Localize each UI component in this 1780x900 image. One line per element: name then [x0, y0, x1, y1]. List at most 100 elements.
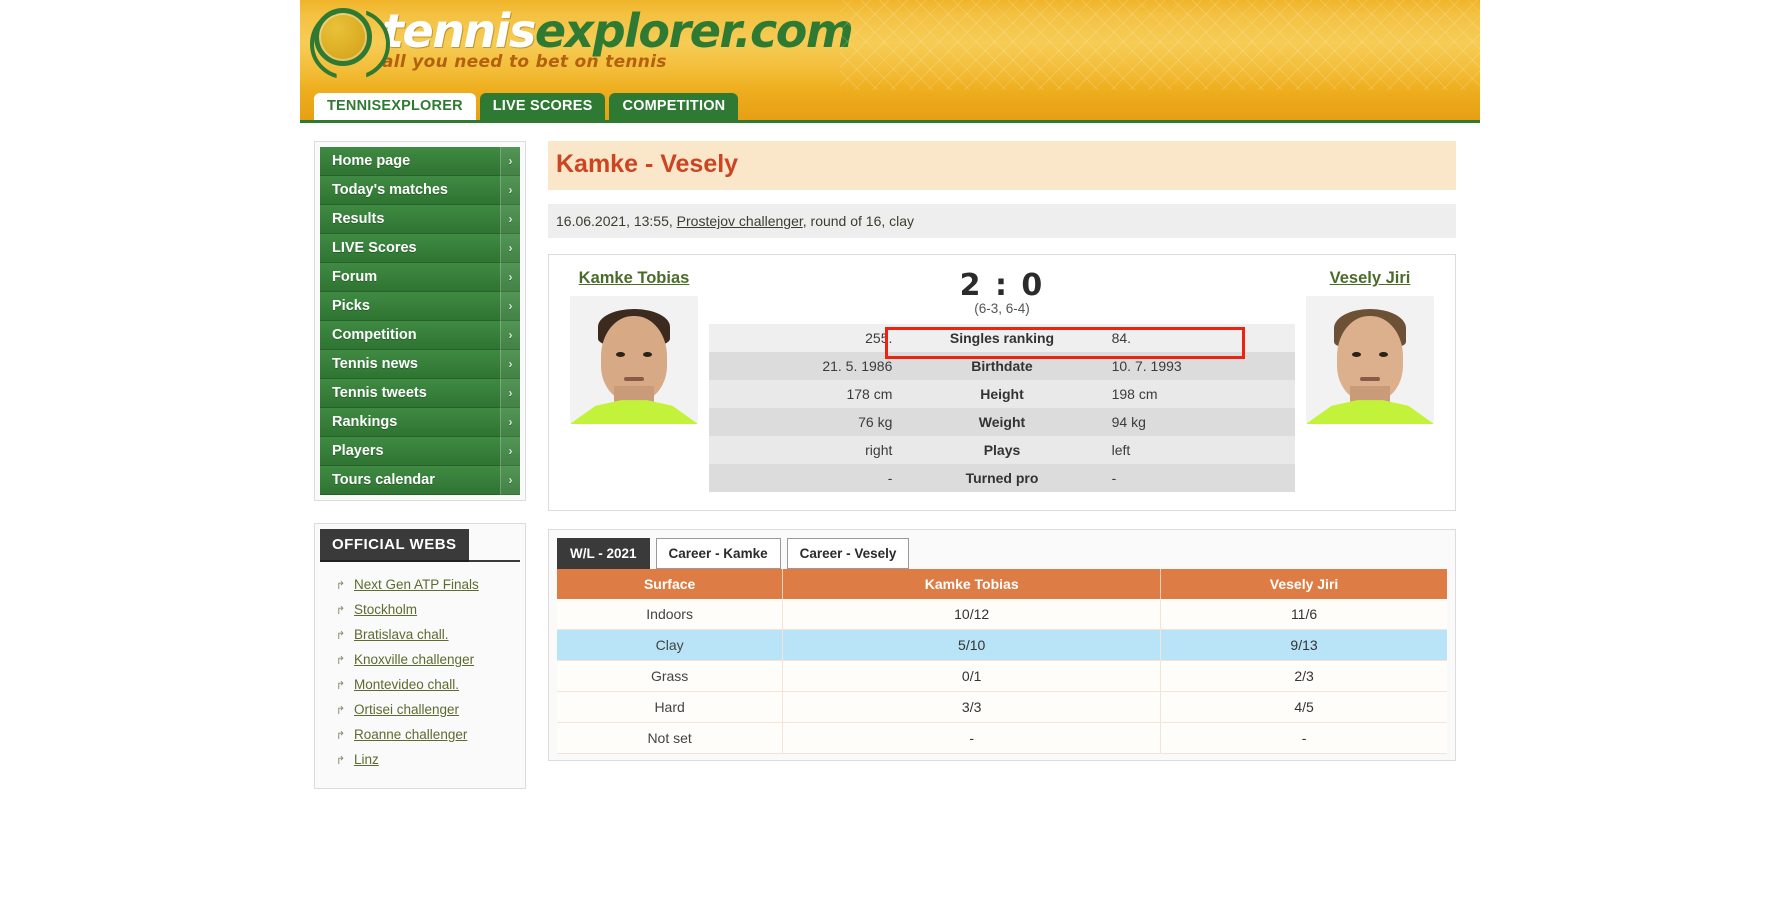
- list-item: ↱ Stockholm: [336, 601, 520, 620]
- player-right-photo: [1306, 296, 1434, 424]
- cell-kamke: -: [782, 722, 1162, 754]
- sidebar-item-label: Results: [332, 211, 385, 227]
- official-web-link-stockholm[interactable]: Stockholm: [354, 602, 417, 617]
- column-header-vesely: Vesely Jiri: [1160, 569, 1447, 599]
- chevron-right-icon: ›: [500, 350, 520, 379]
- sidebar-item-todays-matches[interactable]: Today's matches ›: [320, 176, 520, 205]
- external-link-icon: ↱: [336, 655, 346, 667]
- sidebar-item-tennis-news[interactable]: Tennis news ›: [320, 350, 520, 379]
- stat-value-right: 10. 7. 1993: [1101, 352, 1295, 380]
- match-meta-prefix: 16.06.2021, 13:55,: [556, 213, 677, 229]
- score-panel: Kamke Tobias 2 : 0 (6-3, 6-4) 255. Singl…: [548, 254, 1456, 511]
- page-container: tennisexplorer.com all you need to bet o…: [300, 0, 1480, 900]
- stat-label: Turned pro: [902, 464, 1102, 492]
- external-link-icon: ↱: [336, 755, 346, 767]
- win-loss-panel: W/L - 2021 Career - Kamke Career - Vesel…: [548, 529, 1456, 761]
- table-row: 178 cm Height 198 cm: [709, 380, 1295, 408]
- table-row: Not set - -: [557, 722, 1447, 754]
- shirt-shape: [1306, 400, 1434, 424]
- stat-value-right: left: [1101, 436, 1295, 464]
- content-columns: Home page › Today's matches › Results › LIV…: [300, 123, 1480, 789]
- external-link-icon: ↱: [336, 630, 346, 642]
- list-item: ↱ Roanne challenger: [336, 726, 520, 745]
- stat-label: Birthdate: [902, 352, 1102, 380]
- table-row: Clay 5/10 9/13: [557, 629, 1447, 661]
- cell-surface: Grass: [557, 660, 784, 692]
- table-row: 21. 5. 1986 Birthdate 10. 7. 1993: [709, 352, 1295, 380]
- win-loss-tabs: W/L - 2021 Career - Kamke Career - Vesel…: [557, 538, 1447, 569]
- stat-label: Plays: [902, 436, 1102, 464]
- sidebar-item-results[interactable]: Results ›: [320, 205, 520, 234]
- sidebar-menu-box: Home page › Today's matches › Results › LIV…: [314, 141, 526, 501]
- external-link-icon: ↱: [336, 580, 346, 592]
- cell-vesely: -: [1160, 722, 1447, 754]
- stat-value-left: 21. 5. 1986: [709, 352, 903, 380]
- chevron-right-icon: ›: [500, 263, 520, 292]
- table-row: right Plays left: [709, 436, 1295, 464]
- column-header-kamke: Kamke Tobias: [782, 569, 1162, 599]
- official-web-link-bratislava-chall[interactable]: Bratislava chall.: [354, 627, 449, 642]
- sidebar-item-home-page[interactable]: Home page ›: [320, 147, 520, 176]
- nav-tab-competition[interactable]: COMPETITION: [609, 93, 739, 120]
- external-link-icon: ↱: [336, 680, 346, 692]
- sidebar-item-picks[interactable]: Picks ›: [320, 292, 520, 321]
- player-right-column: Vesely Jiri: [1295, 269, 1445, 424]
- sidebar-item-rankings[interactable]: Rankings ›: [320, 408, 520, 437]
- tab-career-vesely[interactable]: Career - Vesely: [786, 538, 910, 569]
- official-web-link-roanne-challenger[interactable]: Roanne challenger: [354, 727, 467, 742]
- cell-vesely: 2/3: [1160, 660, 1447, 692]
- player-right-name-link[interactable]: Vesely Jiri: [1295, 269, 1445, 288]
- tournament-link[interactable]: Prostejov challenger: [677, 213, 803, 229]
- sidebar-item-live-scores[interactable]: LIVE Scores ›: [320, 234, 520, 263]
- official-webs-title: OFFICIAL WEBS: [320, 529, 469, 562]
- match-meta-suffix: , round of 16, clay: [802, 213, 915, 229]
- chevron-right-icon: ›: [500, 321, 520, 350]
- external-link-icon: ↱: [336, 730, 346, 742]
- player-left-column: Kamke Tobias: [559, 269, 709, 424]
- tab-career-kamke[interactable]: Career - Kamke: [655, 538, 781, 569]
- avatar: [570, 296, 698, 424]
- chevron-right-icon: ›: [500, 379, 520, 408]
- cell-vesely: 11/6: [1160, 599, 1447, 630]
- sidebar-item-competition[interactable]: Competition ›: [320, 321, 520, 350]
- official-web-link-montevideo-chall[interactable]: Montevideo chall.: [354, 677, 459, 692]
- surface-stats-table: Surface Kamke Tobias Vesely Jiri Indoors…: [557, 569, 1447, 754]
- sidebar-item-label: Today's matches: [332, 182, 448, 198]
- player-left-name-link[interactable]: Kamke Tobias: [559, 269, 709, 288]
- sidebar-item-forum[interactable]: Forum ›: [320, 263, 520, 292]
- list-item: ↱ Linz: [336, 751, 520, 770]
- nav-tab-tennisexplorer[interactable]: TENNISEXPLORER: [314, 93, 476, 120]
- page-left-margin: [0, 0, 300, 900]
- sidebar-item-tours-calendar[interactable]: Tours calendar ›: [320, 466, 520, 495]
- tab-wl-2021[interactable]: W/L - 2021: [557, 538, 650, 569]
- list-item: ↱ Montevideo chall.: [336, 676, 520, 695]
- table-row: Grass 0/1 2/3: [557, 660, 1447, 692]
- external-link-icon: ↱: [336, 705, 346, 717]
- sidebar-item-tennis-tweets[interactable]: Tennis tweets ›: [320, 379, 520, 408]
- official-web-link-knoxville-challenger[interactable]: Knoxville challenger: [354, 652, 474, 667]
- chevron-right-icon: ›: [500, 466, 520, 495]
- sidebar-item-label: Players: [332, 443, 384, 459]
- list-item: ↱ Knoxville challenger: [336, 651, 520, 670]
- list-item: ↱ Next Gen ATP Finals: [336, 576, 520, 595]
- main-navigation: TENNISEXPLORER LIVE SCORES COMPETITION: [300, 90, 1480, 123]
- official-web-link-ortisei-challenger[interactable]: Ortisei challenger: [354, 702, 459, 717]
- official-web-link-next-gen-atp-finals[interactable]: Next Gen ATP Finals: [354, 577, 479, 592]
- chevron-right-icon: ›: [500, 408, 520, 437]
- avatar: [1306, 296, 1434, 424]
- cell-vesely: 9/13: [1160, 629, 1447, 661]
- table-row: 255. Singles ranking 84.: [709, 324, 1295, 352]
- official-web-link-linz[interactable]: Linz: [354, 752, 379, 767]
- chevron-right-icon: ›: [500, 147, 520, 176]
- stat-value-left: 76 kg: [709, 408, 903, 436]
- cell-surface: Hard: [557, 691, 784, 723]
- nav-tab-live-scores[interactable]: LIVE SCORES: [479, 93, 606, 120]
- cell-surface: Clay: [557, 629, 784, 661]
- cell-kamke: 3/3: [782, 691, 1162, 723]
- site-logo[interactable]: tennisexplorer.com all you need to bet o…: [314, 4, 854, 72]
- external-link-icon: ↱: [336, 605, 346, 617]
- page-right-margin: [1480, 0, 1780, 900]
- stat-value-left: 178 cm: [709, 380, 903, 408]
- stat-label: Singles ranking: [902, 324, 1102, 352]
- sidebar-item-players[interactable]: Players ›: [320, 437, 520, 466]
